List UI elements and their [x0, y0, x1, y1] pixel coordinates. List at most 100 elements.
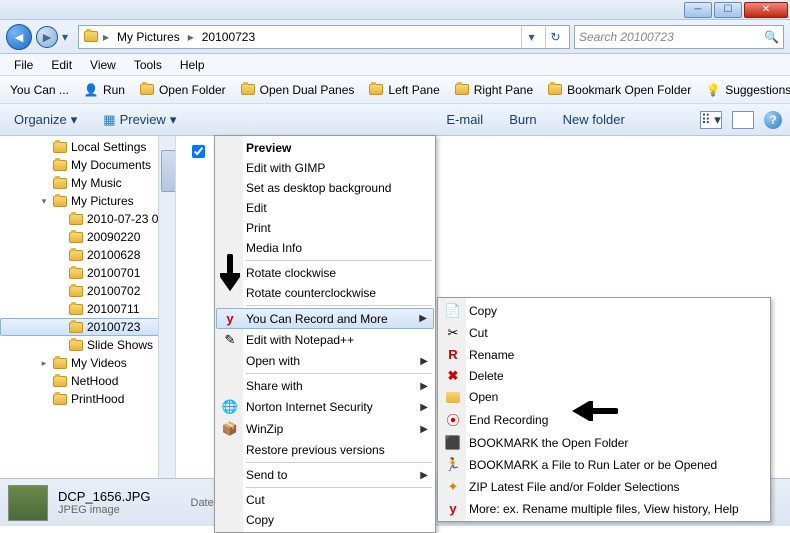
folder-icon	[52, 355, 68, 371]
submenu-arrow-icon: ▶	[420, 381, 428, 392]
breadcrumb[interactable]: My Pictures	[113, 28, 184, 46]
tree-node[interactable]: 20090220	[0, 228, 175, 246]
youcan-button[interactable]: You Can ...	[4, 81, 75, 99]
tree-node[interactable]: My Documents	[0, 156, 175, 174]
right-pane-button[interactable]: Right Pane	[448, 80, 539, 100]
menu-item[interactable]: Send to▶	[216, 465, 434, 485]
open-dual-button[interactable]: Open Dual Panes	[234, 80, 361, 100]
folder-icon	[140, 84, 154, 95]
run-button[interactable]: 👤Run	[77, 80, 131, 100]
refresh-button[interactable]: ↻	[545, 26, 565, 48]
menu-item[interactable]: Set as desktop background	[216, 178, 434, 198]
nav-history-dropdown[interactable]: ▾	[62, 30, 74, 44]
close-button[interactable]: ✕	[744, 2, 788, 18]
navigation-bar: ◄ ► ▾ ▸ My Pictures ▸ 20100723 ▾ ↻ Searc…	[0, 20, 790, 54]
folder-icon	[455, 84, 469, 95]
menu-file[interactable]: File	[6, 56, 41, 74]
preview-button[interactable]: ▦ Preview ▾	[97, 110, 182, 130]
menu-item[interactable]: Cut	[216, 490, 434, 510]
menu-item[interactable]: Preview	[216, 138, 434, 158]
menu-item[interactable]: Rotate counterclockwise	[216, 283, 434, 303]
tree-node[interactable]: 2010-07-23 001	[0, 210, 175, 228]
tree-node[interactable]: Local Settings	[0, 138, 175, 156]
menu-item[interactable]: Edit	[216, 198, 434, 218]
folder-icon	[68, 211, 84, 227]
menu-item[interactable]: ✎Edit with Notepad++	[216, 329, 434, 351]
submenu-item[interactable]: ✖Delete	[439, 365, 769, 387]
menu-item[interactable]: Copy	[216, 510, 434, 530]
open-folder-button[interactable]: Open Folder	[133, 80, 232, 100]
menu-item[interactable]: 📦WinZip▶	[216, 418, 434, 440]
left-pane-button[interactable]: Left Pane	[362, 80, 445, 100]
bookmark-button[interactable]: Bookmark Open Folder	[541, 80, 697, 100]
breadcrumb[interactable]: 20100723	[198, 28, 259, 46]
folder-tree[interactable]: Local Settings My Documents My Music ▾ My Pi…	[0, 136, 176, 478]
address-bar[interactable]: ▸ My Pictures ▸ 20100723 ▾ ↻	[78, 25, 570, 49]
view-options-button[interactable]: ⠿ ▾	[700, 111, 722, 129]
tree-node[interactable]: My Music	[0, 174, 175, 192]
submenu-item[interactable]: ✂Cut	[439, 322, 769, 344]
search-input[interactable]: Search 20100723 🔍	[574, 25, 784, 49]
menu-edit[interactable]: Edit	[43, 56, 80, 74]
submenu-arrow-icon: ▶	[419, 313, 427, 324]
tree-node[interactable]: ▾ My Pictures	[0, 192, 175, 210]
tree-node[interactable]: 20100723	[0, 318, 175, 336]
date-label: Date	[191, 497, 214, 509]
new-folder-button[interactable]: New folder	[557, 110, 631, 129]
context-menu[interactable]: PreviewEdit with GIMPSet as desktop back…	[214, 135, 436, 533]
select-all-checkbox[interactable]	[192, 145, 205, 158]
back-button[interactable]: ◄	[6, 24, 32, 50]
globe-icon: 🌐	[220, 399, 240, 415]
tree-node[interactable]: 20100701	[0, 264, 175, 282]
submenu-item[interactable]: 📄Copy	[439, 300, 769, 322]
tree-node[interactable]: 20100628	[0, 246, 175, 264]
submenu-arrow-icon: ▶	[420, 470, 428, 481]
tree-node[interactable]: 20100711	[0, 300, 175, 318]
submenu-item[interactable]: ✦ZIP Latest File and/or Folder Selection…	[439, 476, 769, 498]
menu-item[interactable]: 🌐Norton Internet Security▶	[216, 396, 434, 418]
tree-node[interactable]: NetHood	[0, 372, 175, 390]
tree-node[interactable]: PrintHood	[0, 390, 175, 408]
tree-label: 20090220	[87, 230, 140, 244]
menu-item[interactable]: Rotate clockwise	[216, 263, 434, 283]
menu-item[interactable]: Media Info	[216, 238, 434, 258]
address-dropdown[interactable]: ▾	[521, 26, 541, 48]
submenu-item[interactable]: RRename	[439, 344, 769, 365]
tree-node[interactable]: ▸My Videos	[0, 354, 175, 372]
suggestions-button[interactable]: 💡Suggestions	[699, 80, 790, 100]
organize-button[interactable]: Organize ▾	[8, 110, 83, 130]
menu-item[interactable]: Print	[216, 218, 434, 238]
expand-icon[interactable]: ▾	[39, 196, 49, 207]
email-button[interactable]: E-mail	[440, 110, 489, 129]
folder-icon	[52, 139, 68, 155]
menu-item[interactable]: yYou Can Record and More▶	[216, 308, 434, 329]
tree-label: 20100702	[87, 284, 140, 298]
tree-node[interactable]: 20100702	[0, 282, 175, 300]
burn-button[interactable]: Burn	[503, 110, 542, 129]
menu-view[interactable]: View	[82, 56, 124, 74]
tree-label: My Pictures	[71, 194, 134, 208]
minimize-button[interactable]: ─	[684, 2, 712, 18]
tree-label: PrintHood	[71, 392, 124, 406]
submenu-item[interactable]: 🏃BOOKMARK a File to Run Later or be Open…	[439, 454, 769, 476]
menu-item[interactable]: Share with▶	[216, 376, 434, 396]
menu-item[interactable]: Edit with GIMP	[216, 158, 434, 178]
tree-label: My Music	[71, 176, 122, 190]
expand-icon[interactable]: ▸	[39, 358, 49, 369]
maximize-button[interactable]: ☐	[714, 2, 742, 18]
submenu-item[interactable]: ⬛BOOKMARK the Open Folder	[439, 432, 769, 454]
tree-scrollbar[interactable]	[158, 136, 175, 478]
help-button[interactable]: ?	[764, 111, 782, 129]
open-icon	[443, 392, 463, 403]
preview-pane-button[interactable]	[732, 111, 754, 129]
menu-tools[interactable]: Tools	[126, 56, 170, 74]
menu-item[interactable]: Restore previous versions	[216, 440, 434, 460]
menu-help[interactable]: Help	[172, 56, 213, 74]
forward-button[interactable]: ►	[36, 26, 58, 48]
menu-item[interactable]: Open with▶	[216, 351, 434, 371]
tree-label: Local Settings	[71, 140, 146, 154]
pencil-icon: ✎	[220, 332, 240, 348]
tree-node[interactable]: Slide Shows	[0, 336, 175, 354]
submenu-item[interactable]: yMore: ex. Rename multiple files, View h…	[439, 498, 769, 519]
folder-icon	[84, 31, 98, 42]
